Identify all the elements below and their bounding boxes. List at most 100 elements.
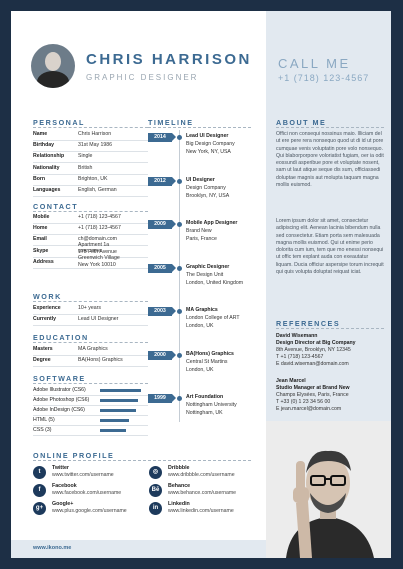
online-profile-url[interactable]: www.behance.com/username: [168, 490, 236, 496]
timeline-line: [179, 130, 180, 422]
section-rule: [148, 127, 251, 128]
linkedin-icon[interactable]: in: [149, 502, 162, 515]
online-profile-url[interactable]: www.dribbble.com/username: [168, 472, 235, 478]
timeline-year-badge: 2012: [148, 176, 172, 186]
facebook-icon[interactable]: f: [33, 484, 46, 497]
avatar: [31, 44, 75, 88]
timeline-badge-arrow: [172, 176, 176, 185]
section-rule: [276, 127, 384, 128]
reference-name: David Wisemann: [276, 333, 318, 339]
software-name: Adobe Illustrator (CS6): [33, 387, 86, 393]
contact-value: +1 (718) 123-4567: [78, 214, 121, 220]
dribbble-icon[interactable]: ◎: [149, 466, 162, 479]
personal-label: Languages: [33, 187, 61, 193]
online-profile-name: Linkedin: [168, 501, 190, 507]
online-profile-url[interactable]: www.facebook.com/username: [52, 490, 121, 496]
timeline-role: UI Designer: [186, 176, 215, 183]
online-profile-name: Behance: [168, 483, 191, 489]
reference-item: Jean Marcel Studio Manager at Brand New Ch…: [276, 378, 350, 413]
software-name: Adobe Photoshop (CS6): [33, 397, 90, 403]
timeline-role: Lead UI Designer: [186, 133, 229, 139]
behance-icon[interactable]: Bē: [149, 484, 162, 497]
timeline-dot: [177, 396, 182, 401]
personal-label: Born: [33, 175, 46, 182]
software-name: CSS (3): [33, 427, 52, 433]
timeline-location: Nottingham, UK: [186, 410, 223, 416]
section-heading-education: EDUCATION: [33, 333, 89, 342]
section-rule: [33, 383, 148, 384]
personal-row: Relationship Single: [33, 152, 148, 164]
timeline-dot: [177, 309, 182, 314]
googleplus-icon[interactable]: g+: [33, 502, 46, 515]
timeline-dot: [177, 265, 182, 271]
work-value: Lead UI Designer: [78, 316, 119, 322]
reference-email[interactable]: E david.wiseman@domain.com: [276, 361, 356, 368]
online-profile-url[interactable]: www.twitter.com/username: [52, 472, 114, 478]
education-value: MA Graphics: [78, 346, 108, 352]
online-profile-name: Facebook: [52, 483, 77, 489]
timeline-role: BA(Hons) Graphics: [186, 350, 234, 357]
personal-row: Name Chris Harrison: [33, 130, 148, 141]
timeline-year-badge: 2000: [148, 350, 172, 360]
work-row: Currently Lead UI Designer: [33, 315, 148, 326]
section-rule: [33, 460, 251, 461]
online-profile-name: Twitter: [52, 465, 69, 471]
timeline-badge-arrow: [172, 133, 176, 141]
about-paragraph-2: Lorem ipsum dolor sit amet, consectetur …: [276, 218, 384, 276]
timeline-badge-arrow: [172, 394, 176, 402]
work-row: Experience 10+ years: [33, 304, 148, 315]
education-value: BA(Hons) Graphics: [78, 357, 123, 363]
timeline-location: London, UK: [186, 323, 214, 329]
contact-label: Skype: [33, 247, 49, 254]
timeline-location: Paris, France: [186, 236, 217, 242]
software-level-bar: [100, 409, 136, 412]
education-label: Masters: [33, 346, 53, 352]
online-profile-url[interactable]: www.plus.google.com/username: [52, 508, 127, 514]
section-heading-timeline: TIMELINE: [148, 118, 194, 127]
resume-page: CHRIS HARRISON GRAPHIC DESIGNER CALL ME …: [11, 6, 391, 558]
contact-row: Mobile +1 (718) 123-4567: [33, 213, 148, 224]
personal-value: English, German: [78, 187, 117, 193]
reference-phone: T +1 (718) 123-4567: [276, 354, 324, 360]
footer-bar: www.ikono.me: [11, 540, 266, 558]
software-row: Adobe Photoshop (CS6): [33, 396, 148, 406]
reference-phone: T +33 (0) 1 23 34 56 00: [276, 399, 331, 405]
section-heading-personal: PERSONAL: [33, 118, 85, 127]
timeline-badge-arrow: [172, 220, 176, 228]
software-level-bar: [100, 429, 126, 432]
personal-label: Nationality: [33, 164, 60, 171]
footer-website-link[interactable]: www.ikono.me: [33, 545, 71, 551]
reference-role: Design Director at Big Company: [276, 340, 356, 346]
personal-row: Languages English, German: [33, 186, 148, 197]
personal-row: Birthday 31st May 1986: [33, 141, 148, 153]
contact-label: Address: [33, 258, 54, 265]
timeline-location: New York, NY, USA: [186, 149, 231, 155]
address-value: Apartment 1a 175 Fifth Avenue Greenwich …: [78, 242, 120, 268]
timeline-organisation: London College of ART: [186, 315, 240, 321]
timeline-year-badge: 2003: [148, 307, 172, 316]
timeline-year-badge: 1999: [148, 394, 172, 403]
education-row: Degree BA(Hons) Graphics: [33, 356, 148, 367]
reference-role: Studio Manager at Brand New: [276, 385, 350, 391]
section-rule: [33, 127, 148, 128]
reference-name: Jean Marcel: [276, 378, 306, 384]
timeline-organisation: Nottingham University: [186, 402, 237, 408]
online-profile-name: Google+: [52, 501, 74, 507]
timeline-organisation: The Design Unit: [186, 271, 224, 278]
resume-job-title: GRAPHIC DESIGNER: [86, 73, 199, 82]
online-profile-url[interactable]: www.linkedin.com/username: [168, 508, 234, 514]
section-rule: [276, 328, 384, 329]
personal-label: Birthday: [33, 142, 55, 149]
twitter-icon[interactable]: t: [33, 466, 46, 479]
reference-addr: Champs Elysées, Paris, France: [276, 392, 349, 398]
resume-name: CHRIS HARRISON: [86, 51, 252, 68]
personal-value: British: [78, 164, 93, 171]
timeline-dot: [177, 352, 182, 358]
software-row: HTML (5): [33, 416, 148, 426]
personal-value: Single: [78, 153, 93, 160]
reference-email[interactable]: E jean.marcel@domain.com: [276, 406, 350, 413]
software-row: Adobe InDesign (CS6): [33, 406, 148, 416]
timeline-organisation: Design Company: [186, 184, 226, 191]
portrait-illustration: [266, 421, 391, 558]
timeline-dot: [177, 135, 182, 140]
